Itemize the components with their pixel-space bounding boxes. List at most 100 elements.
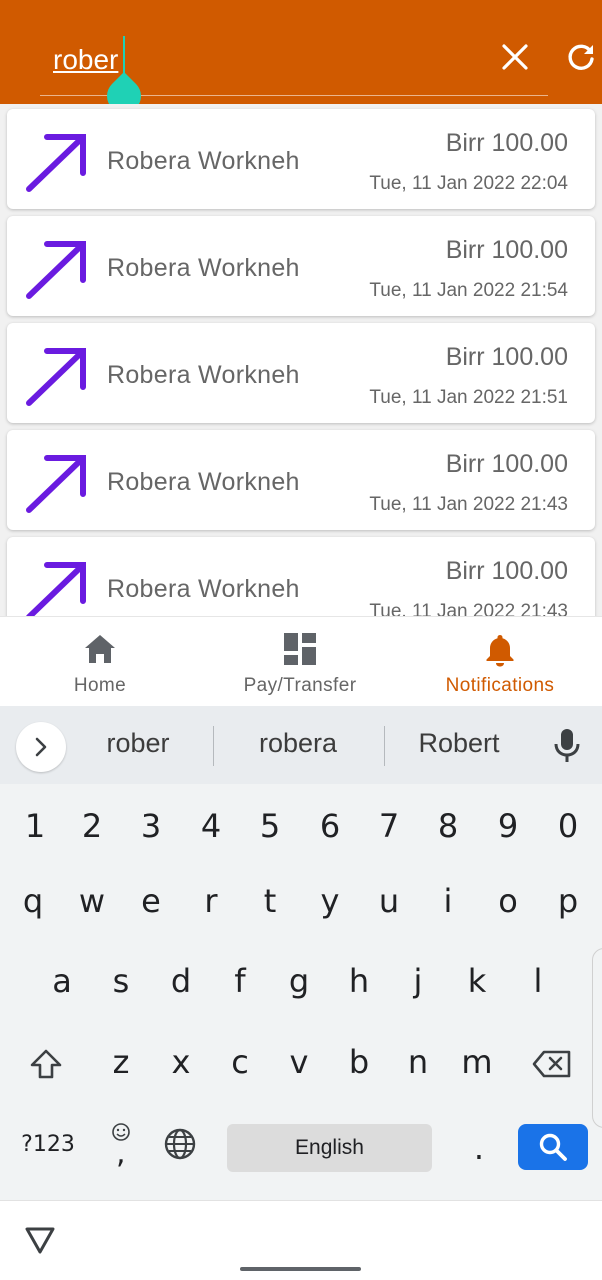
key-q[interactable]: q [5,871,61,931]
clear-search-button[interactable] [492,34,538,80]
key-y[interactable]: y [302,871,358,931]
search-key[interactable] [518,1124,588,1170]
comma-key-label: , [116,1136,126,1171]
transaction-amount: Birr 100.00 [445,236,568,264]
back-triangle-icon[interactable] [24,1225,56,1255]
refresh-icon [568,44,594,70]
key-n[interactable]: n [390,1032,446,1092]
key-4[interactable]: 4 [183,796,239,856]
suggestion-divider [213,726,214,766]
search-icon [539,1133,567,1161]
sent-arrow-icon [26,134,86,192]
key-f[interactable]: f [212,951,268,1011]
transaction-amount: Birr 100.00 [445,129,568,157]
period-key[interactable]: . [451,1118,507,1178]
key-0[interactable]: 0 [540,796,596,856]
key-9[interactable]: 9 [480,796,536,856]
system-nav-bar [0,1200,602,1280]
expand-toolbar-button[interactable] [16,722,66,772]
shift-icon [30,1049,62,1079]
recipient-name: Robera Workneh [107,147,300,175]
nav-home[interactable]: Home [30,617,170,707]
close-icon [502,44,528,70]
suggestion-3[interactable]: Robert [400,728,518,759]
refresh-button[interactable] [558,34,602,80]
app-header [0,0,602,121]
backspace-key[interactable] [524,1034,580,1094]
key-j[interactable]: j [390,951,446,1011]
keyboard-edge-handle[interactable] [592,948,602,1128]
key-k[interactable]: k [449,951,505,1011]
key-6[interactable]: 6 [302,796,358,856]
transaction-card[interactable]: Robera Workneh Birr 100.00 Tue, 11 Jan 2… [7,109,595,209]
space-key[interactable]: English [227,1124,432,1172]
emoji-comma-key[interactable]: , [94,1116,150,1176]
key-8[interactable]: 8 [420,796,476,856]
symbols-key[interactable]: ?123 [12,1114,84,1174]
key-e[interactable]: e [123,871,179,931]
chevron-right-icon [35,737,47,757]
transaction-date: Tue, 11 Jan 2022 21:54 [369,280,568,301]
transaction-list[interactable]: Robera Workneh Birr 100.00 Tue, 11 Jan 2… [0,104,602,616]
nav-notifications-label: Notifications [445,675,555,696]
globe-icon [164,1128,196,1160]
key-d[interactable]: d [153,951,209,1011]
transaction-card[interactable]: Robera Workneh Birr 100.00 Tue, 11 Jan 2… [7,216,595,316]
key-b[interactable]: b [331,1032,387,1092]
sent-arrow-icon [26,455,86,513]
transaction-date: Tue, 11 Jan 2022 21:43 [369,494,568,515]
key-1[interactable]: 1 [7,796,63,856]
sent-arrow-icon [26,562,86,616]
shift-key[interactable] [18,1034,74,1094]
key-w[interactable]: w [64,871,120,931]
key-p[interactable]: p [540,871,596,931]
key-a[interactable]: a [34,951,90,1011]
key-5[interactable]: 5 [242,796,298,856]
key-g[interactable]: g [271,951,327,1011]
key-r[interactable]: r [183,871,239,931]
transaction-card[interactable]: Robera Workneh Birr 100.00 Tue, 11 Jan 2… [7,430,595,530]
nav-home-label: Home [73,675,127,696]
suggestion-1[interactable]: rober [88,728,188,759]
microphone-icon[interactable] [552,728,582,764]
key-h[interactable]: h [331,951,387,1011]
nav-pay-label: Pay/Transfer [243,675,357,696]
search-input[interactable] [53,40,453,80]
key-s[interactable]: s [93,951,149,1011]
language-key[interactable] [152,1114,208,1174]
bell-icon [486,635,514,667]
bottom-navigation: Home Pay/Transfer Notifications [0,616,602,706]
suggestion-2[interactable]: robera [238,728,358,759]
transaction-date: Tue, 11 Jan 2022 21:43 [369,601,568,616]
key-7[interactable]: 7 [361,796,417,856]
key-m[interactable]: m [449,1032,505,1092]
home-gesture-pill[interactable] [240,1267,361,1271]
transaction-card[interactable]: Robera Workneh Birr 100.00 Tue, 11 Jan 2… [7,537,595,616]
key-c[interactable]: c [212,1032,268,1092]
recipient-name: Robera Workneh [107,575,300,603]
key-t[interactable]: t [242,871,298,931]
key-x[interactable]: x [153,1032,209,1092]
transaction-date: Tue, 11 Jan 2022 21:51 [369,387,568,408]
key-v[interactable]: v [271,1032,327,1092]
recipient-name: Robera Workneh [107,254,300,282]
backspace-icon [532,1050,571,1078]
sent-arrow-icon [26,241,86,299]
nav-pay-transfer[interactable]: Pay/Transfer [220,617,380,707]
key-l[interactable]: l [510,951,566,1011]
nav-notifications[interactable]: Notifications [420,617,580,707]
home-icon [85,635,115,663]
recipient-name: Robera Workneh [107,468,300,496]
suggestion-bar: rober robera Robert [0,706,602,784]
key-3[interactable]: 3 [123,796,179,856]
key-i[interactable]: i [420,871,476,931]
suggestion-divider [384,726,385,766]
key-2[interactable]: 2 [64,796,120,856]
transaction-amount: Birr 100.00 [445,450,568,478]
key-z[interactable]: z [93,1032,149,1092]
key-u[interactable]: u [361,871,417,931]
transaction-amount: Birr 100.00 [445,557,568,585]
transaction-card[interactable]: Robera Workneh Birr 100.00 Tue, 11 Jan 2… [7,323,595,423]
key-o[interactable]: o [480,871,536,931]
dashboard-icon [284,633,316,665]
